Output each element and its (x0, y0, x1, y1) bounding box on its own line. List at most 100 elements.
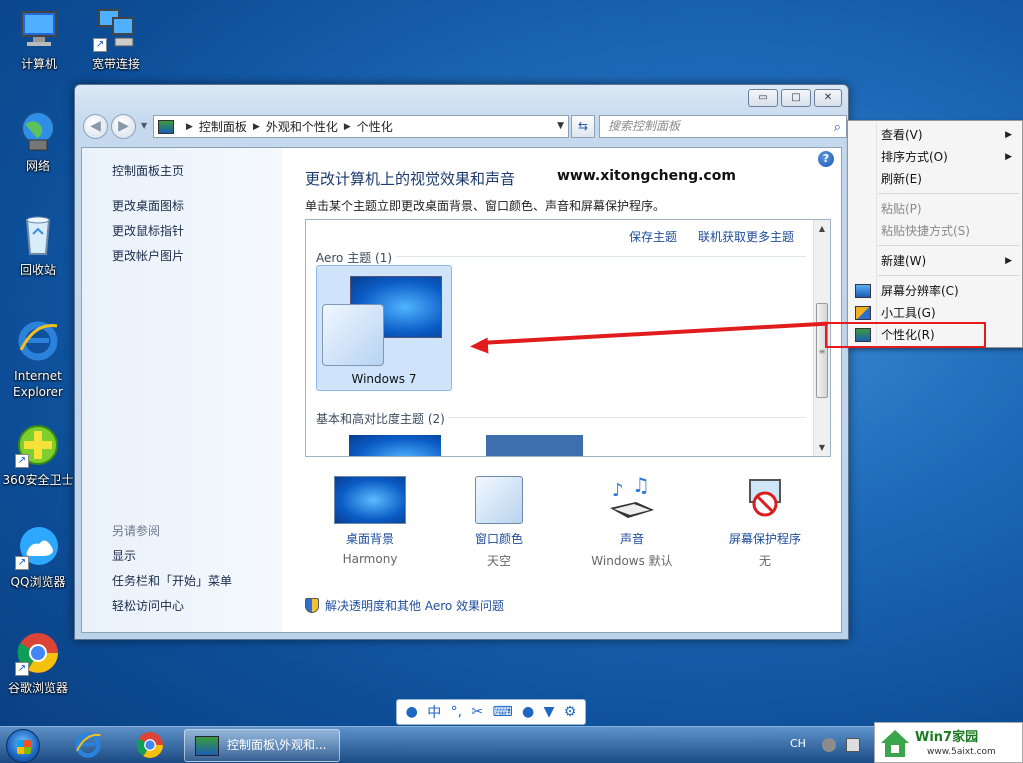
shortcut-arrow-icon: ↗ (15, 556, 29, 570)
qq-browser-icon: ↗ (15, 524, 61, 570)
scissors-icon[interactable]: ✂ (471, 704, 483, 720)
desktop-icon-label: 回收站 (19, 263, 56, 277)
desktop-icon-broadband[interactable]: ↗ 宽带连接 (79, 6, 153, 72)
minimize-button[interactable]: ▭ (748, 89, 778, 107)
menu-item-view[interactable]: 查看(V) ▶ (850, 124, 1020, 146)
option-window-color[interactable]: 窗口颜色 天空 (439, 476, 559, 569)
address-dropdown-icon[interactable]: ▼ (557, 121, 564, 131)
house-logo-icon (881, 730, 909, 757)
menu-separator (878, 193, 1019, 194)
breadcrumb-personalization[interactable]: 个性化 (357, 118, 393, 135)
taskbar-pin-chrome[interactable] (122, 730, 178, 761)
search-icon[interactable]: ⌕ (834, 117, 841, 138)
desktop-icon-qq-browser[interactable]: ↗ QQ浏览器 (1, 524, 75, 590)
breadcrumb-chevron-icon[interactable]: ▶ (344, 122, 351, 132)
sidebar-link-desktop-icons[interactable]: 更改桌面图标 (112, 197, 184, 214)
scroll-down-arrow-icon[interactable]: ▼ (814, 439, 830, 456)
option-screen-saver[interactable]: 屏幕保护程序 无 (705, 476, 825, 569)
menu-item-screen-resolution[interactable]: 屏幕分辨率(C) (850, 280, 1020, 302)
theme-window-preview (322, 304, 384, 366)
breadcrumb-control-panel[interactable]: 控制面板 (199, 118, 247, 135)
computer-icon (16, 6, 62, 52)
keyboard-icon[interactable]: ⌨ (492, 704, 512, 720)
aero-themes-heading: Aero 主题 (1) (316, 251, 393, 265)
taskbar: 控制面板\外观和... CH (0, 726, 1023, 763)
search-input[interactable]: 搜索控制面板 ⌕ (599, 115, 847, 138)
main-area: ? 更改计算机上的视觉效果和声音 www.xitongcheng.com 单击某… (282, 148, 841, 632)
breadcrumb-chevron-icon[interactable]: ▶ (186, 122, 193, 132)
get-more-themes-link[interactable]: 联机获取更多主题 (698, 228, 794, 245)
menu-separator (878, 245, 1019, 246)
desktop-icon-360[interactable]: ↗ 360安全卫士 (1, 422, 75, 488)
menu-item-refresh[interactable]: 刷新(E) (850, 168, 1020, 190)
control-panel-icon (195, 736, 219, 756)
taskbar-button-control-panel[interactable]: 控制面板\外观和... (184, 729, 340, 762)
menu-item-new[interactable]: 新建(W) ▶ (850, 250, 1020, 272)
option-desktop-background[interactable]: 桌面背景 Harmony (310, 476, 430, 566)
tray-security-icon[interactable] (822, 738, 836, 752)
option-value: Harmony (342, 552, 398, 566)
chrome-icon (136, 731, 164, 759)
skin-shirt-icon[interactable]: ▼ (544, 704, 555, 720)
sidebar-link-ease-of-access[interactable]: 轻松访问中心 (112, 597, 184, 614)
submenu-arrow-icon: ▶ (1005, 256, 1012, 266)
ime-lang-toggle[interactable]: 中 (427, 702, 441, 722)
ime-logo-icon[interactable]: ● (406, 704, 418, 720)
sidebar-link-taskbar[interactable]: 任务栏和「开始」菜单 (112, 572, 232, 589)
theme-classic-preview[interactable] (486, 435, 583, 456)
scroll-thumb[interactable]: ≡ (816, 303, 828, 398)
desktop-icon-chrome[interactable]: ↗ 谷歌浏览器 (1, 630, 75, 696)
menu-item-label: 粘贴(P) (881, 202, 922, 216)
desktop-context-menu: 查看(V) ▶ 排序方式(O) ▶ 刷新(E) 粘贴(P) 粘贴快捷方式(S) 新建… (847, 120, 1023, 348)
sidebar-link-account-picture[interactable]: 更改帐户图片 (112, 247, 184, 264)
internet-explorer-icon (15, 318, 61, 364)
network-connection-icon: ↗ (93, 6, 139, 52)
option-sounds[interactable]: ♪ ♫ 声音 Windows 默认 (572, 473, 692, 569)
menu-item-sort-by[interactable]: 排序方式(O) ▶ (850, 146, 1020, 168)
forward-button[interactable]: ▶ (111, 114, 136, 139)
user-icon[interactable]: ● (522, 704, 534, 720)
refresh-button[interactable]: ⇆ (571, 115, 595, 138)
basic-themes-heading: 基本和高对比度主题 (2) (316, 412, 445, 426)
theme-basic-preview[interactable] (349, 435, 441, 456)
desktop-icon-label: 计算机 (20, 57, 57, 71)
close-button[interactable]: ✕ (814, 89, 842, 107)
menu-item-paste[interactable]: 粘贴(P) (850, 198, 1020, 220)
desktop-icon-recycle-bin[interactable]: 回收站 (1, 212, 75, 278)
svg-text:♪: ♪ (612, 480, 624, 501)
theme-name: Windows 7 (351, 372, 417, 386)
recent-pages-dropdown-icon[interactable]: ▼ (141, 121, 147, 130)
menu-item-gadgets[interactable]: 小工具(G) (850, 302, 1020, 324)
see-also-heading: 另请参阅 (112, 524, 161, 538)
punctuation-icon[interactable]: °, (451, 704, 462, 720)
desktop-icon-network[interactable]: 网络 (1, 108, 75, 174)
address-bar[interactable]: ▶ 控制面板 ▶ 外观和个性化 ▶ 个性化 ▼ (153, 115, 569, 138)
breadcrumb-appearance[interactable]: 外观和个性化 (266, 118, 338, 135)
breadcrumb-chevron-icon[interactable]: ▶ (253, 122, 260, 132)
language-indicator[interactable]: CH (790, 737, 806, 750)
sidebar-link-home[interactable]: 控制面板主页 (112, 162, 184, 179)
settings-gear-icon[interactable]: ⚙ (564, 704, 577, 720)
save-theme-link[interactable]: 保存主题 (629, 228, 677, 245)
globe-network-icon (15, 108, 61, 154)
desktop-icon-ie[interactable]: Internet Explorer (1, 318, 75, 400)
maximize-button[interactable]: □ (781, 89, 811, 107)
option-label: 声音 (619, 532, 644, 546)
desktop-icon-label: QQ浏览器 (10, 575, 66, 589)
menu-item-paste-shortcut[interactable]: 粘贴快捷方式(S) (850, 220, 1020, 242)
shortcut-arrow-icon: ↗ (15, 454, 29, 468)
aero-troubleshoot-link[interactable]: 解决透明度和其他 Aero 效果问题 (305, 597, 504, 614)
sidebar-link-mouse-pointers[interactable]: 更改鼠标指针 (112, 222, 184, 239)
sidebar-link-display[interactable]: 显示 (112, 547, 136, 564)
group-divider (448, 417, 806, 418)
tray-network-icon[interactable] (846, 738, 860, 752)
desktop-icon-computer[interactable]: 计算机 (2, 6, 76, 72)
site-watermark-text: www.xitongcheng.com (557, 168, 736, 184)
help-icon[interactable]: ? (818, 151, 834, 167)
taskbar-pin-ie[interactable] (60, 730, 116, 761)
scroll-up-arrow-icon[interactable]: ▲ (814, 220, 830, 237)
theme-windows-7[interactable]: Windows 7 (316, 265, 452, 391)
start-button[interactable] (6, 729, 40, 763)
back-button[interactable]: ◀ (83, 114, 108, 139)
site-watermark-logo: Win7家园 www.5aixt.com (874, 722, 1023, 763)
